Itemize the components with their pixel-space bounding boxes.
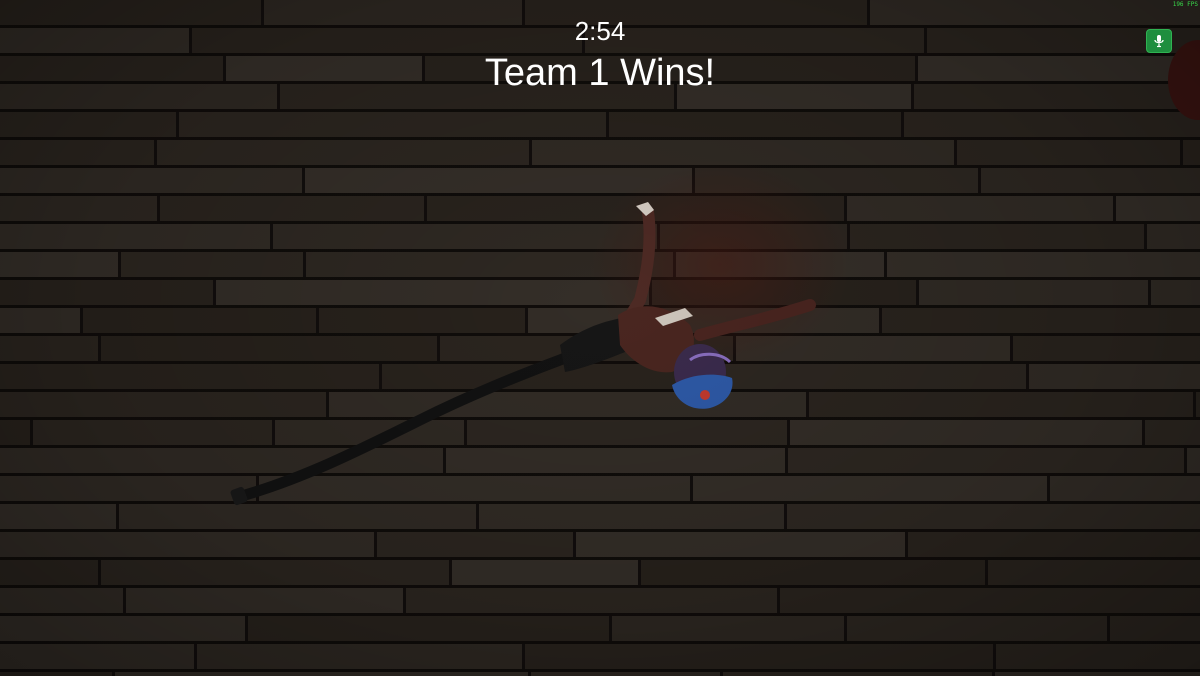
voice-chat-button[interactable] [1146, 29, 1172, 53]
scarf-tip [230, 486, 248, 506]
microphone-icon [1154, 35, 1164, 48]
match-timer: 2:54 [574, 16, 626, 46]
game-scene [0, 0, 1200, 676]
black-scarf [232, 324, 618, 503]
result-banner: Team 1 Wins! [484, 52, 716, 94]
fps-counter: 196 FPS [1172, 1, 1198, 8]
ragdoll-character [230, 160, 850, 506]
